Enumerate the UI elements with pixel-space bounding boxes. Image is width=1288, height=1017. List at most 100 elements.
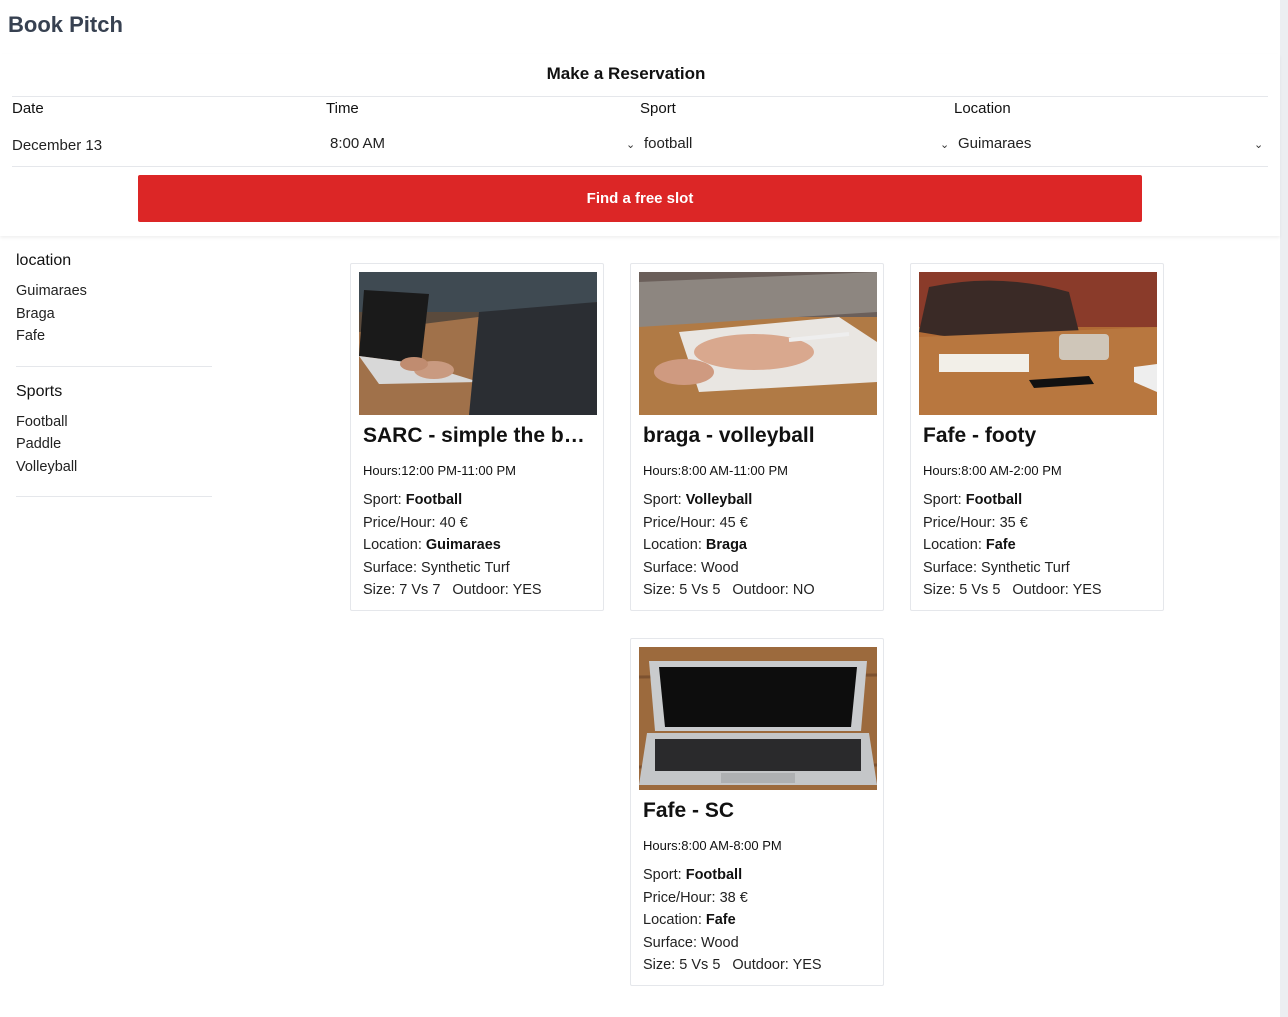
- chevron-down-icon[interactable]: ⌄: [1254, 138, 1263, 151]
- location-label: Location:: [643, 537, 702, 554]
- pitch-hours: Hours:8:00 AM-2:00 PM: [923, 463, 1062, 478]
- price-label: Price/Hour:: [643, 514, 716, 531]
- location-label: Location:: [923, 537, 982, 554]
- sport-label: Sport:: [643, 867, 682, 883]
- pitch-details: Sport: Football Price/Hour: 40 € Locatio…: [363, 489, 542, 602]
- price-label: Price/Hour:: [363, 514, 436, 531]
- filter-sidebar: location Guimaraes Braga Fafe Sports Foo…: [16, 252, 212, 513]
- surface-value: Wood: [701, 559, 739, 576]
- date-field[interactable]: Date December 13: [12, 100, 318, 154]
- pitch-hours: Hours:12:00 PM-11:00 PM: [363, 463, 516, 478]
- location-value: Guimaraes: [425, 537, 501, 554]
- sport-value: Football: [965, 492, 1023, 508]
- pitch-card[interactable]: braga - volleyball Hours:8:00 AM-11:00 P…: [630, 263, 884, 611]
- pitch-name[interactable]: Fafe - footy: [923, 424, 1153, 448]
- surface-label: Surface:: [363, 559, 417, 576]
- brand-title[interactable]: Book Pitch: [8, 12, 123, 38]
- outdoor-value: YES: [1072, 582, 1102, 599]
- sport-value: Football: [405, 492, 463, 508]
- price-label: Price/Hour:: [923, 514, 996, 531]
- pitch-details: Sport: Football Price/Hour: 35 € Locatio…: [923, 489, 1102, 602]
- filter-location-fafe[interactable]: Fafe: [16, 325, 212, 348]
- location-value: Fafe: [985, 537, 1016, 554]
- pitch-hours: Hours:8:00 AM-8:00 PM: [643, 838, 782, 853]
- sport-select[interactable]: football: [644, 135, 692, 152]
- size-value: 5 Vs 5: [959, 582, 1001, 599]
- location-value: Fafe: [705, 912, 736, 929]
- sport-label: Sport:: [643, 492, 682, 508]
- size-value: 5 Vs 5: [679, 582, 721, 599]
- divider: [16, 365, 212, 367]
- date-input[interactable]: December 13: [12, 137, 102, 154]
- size-label: Size:: [643, 957, 676, 974]
- size-label: Size:: [923, 582, 956, 599]
- sports-filter-heading: Sports: [16, 382, 63, 400]
- reservation-panel: Make a Reservation Date December 13 Time…: [0, 54, 1280, 236]
- size-label: Size:: [363, 582, 396, 599]
- filter-sport-paddle[interactable]: Paddle: [16, 433, 212, 456]
- location-filter-heading: location: [16, 252, 72, 269]
- pitch-name[interactable]: Fafe - SC: [643, 799, 873, 823]
- outdoor-label: Outdoor:: [452, 582, 509, 599]
- chevron-down-icon[interactable]: ⌄: [940, 138, 949, 151]
- reservation-title: Make a Reservation: [546, 64, 706, 83]
- size-value: 5 Vs 5: [679, 957, 721, 974]
- hours-label: Hours:: [923, 463, 962, 478]
- hours-value: 12:00 PM-11:00 PM: [401, 463, 516, 478]
- find-free-slot-button[interactable]: Find a free slot: [138, 175, 1142, 222]
- time-select[interactable]: 8:00 AM: [330, 135, 385, 152]
- surface-value: Wood: [701, 934, 739, 951]
- pitch-card[interactable]: SARC - simple the best Hours:12:00 PM-11…: [350, 263, 604, 611]
- pitch-details: Sport: Volleyball Price/Hour: 45 € Locat…: [643, 489, 815, 602]
- location-field[interactable]: Location Guimaraes ⌄: [954, 100, 1263, 152]
- pitch-photo: [919, 272, 1157, 415]
- outdoor-label: Outdoor:: [1012, 582, 1069, 599]
- scrollbar-track[interactable]: [1280, 0, 1288, 1017]
- sport-field[interactable]: Sport football ⌄: [640, 100, 949, 152]
- pitch-details: Sport: Football Price/Hour: 38 € Locatio…: [643, 864, 822, 977]
- outdoor-value: NO: [792, 582, 815, 599]
- hours-value: 8:00 AM-11:00 PM: [681, 463, 789, 478]
- pitch-name[interactable]: SARC - simple the best: [363, 424, 593, 448]
- pitch-photo: [639, 647, 877, 790]
- location-label: Location: [954, 100, 1011, 117]
- chevron-down-icon[interactable]: ⌄: [626, 138, 635, 151]
- time-label: Time: [326, 100, 359, 117]
- surface-label: Surface:: [923, 559, 977, 576]
- surface-label: Surface:: [643, 934, 697, 951]
- filter-sport-football[interactable]: Football: [16, 411, 212, 434]
- divider: [12, 166, 1268, 167]
- pitch-card[interactable]: Fafe - footy Hours:8:00 AM-2:00 PM Sport…: [910, 263, 1164, 611]
- price-value: 35 €: [999, 514, 1028, 531]
- hours-label: Hours:: [643, 838, 682, 853]
- filter-location-guimaraes[interactable]: Guimaraes: [16, 280, 212, 303]
- location-label: Location:: [643, 912, 702, 929]
- date-label: Date: [12, 100, 44, 117]
- price-value: 45 €: [719, 514, 748, 531]
- divider: [12, 96, 1268, 97]
- pitch-name[interactable]: braga - volleyball: [643, 424, 873, 448]
- sport-value: Football: [685, 867, 743, 883]
- filter-sport-volleyball[interactable]: Volleyball: [16, 456, 212, 479]
- price-value: 38 €: [719, 889, 748, 906]
- sport-label: Sport: [640, 100, 676, 117]
- sport-value: Volleyball: [685, 492, 753, 508]
- sport-label: Sport:: [923, 492, 962, 508]
- price-label: Price/Hour:: [643, 889, 716, 906]
- size-value: 7 Vs 7: [399, 582, 441, 599]
- filter-location-braga[interactable]: Braga: [16, 303, 212, 326]
- location-value: Braga: [705, 537, 747, 554]
- outdoor-label: Outdoor:: [732, 582, 789, 599]
- hours-value: 8:00 AM-8:00 PM: [681, 838, 782, 853]
- time-field[interactable]: Time 8:00 AM ⌄: [326, 100, 635, 152]
- surface-value: Synthetic Turf: [981, 559, 1070, 576]
- surface-value: Synthetic Turf: [421, 559, 510, 576]
- price-value: 40 €: [439, 514, 468, 531]
- location-select[interactable]: Guimaraes: [958, 135, 1031, 152]
- sport-label: Sport:: [363, 492, 402, 508]
- pitch-card[interactable]: Fafe - SC Hours:8:00 AM-8:00 PM Sport: F…: [630, 638, 884, 986]
- hours-value: 8:00 AM-2:00 PM: [961, 463, 1062, 478]
- pitch-photo: [639, 272, 877, 415]
- size-label: Size:: [643, 582, 676, 599]
- hours-label: Hours:: [363, 463, 402, 478]
